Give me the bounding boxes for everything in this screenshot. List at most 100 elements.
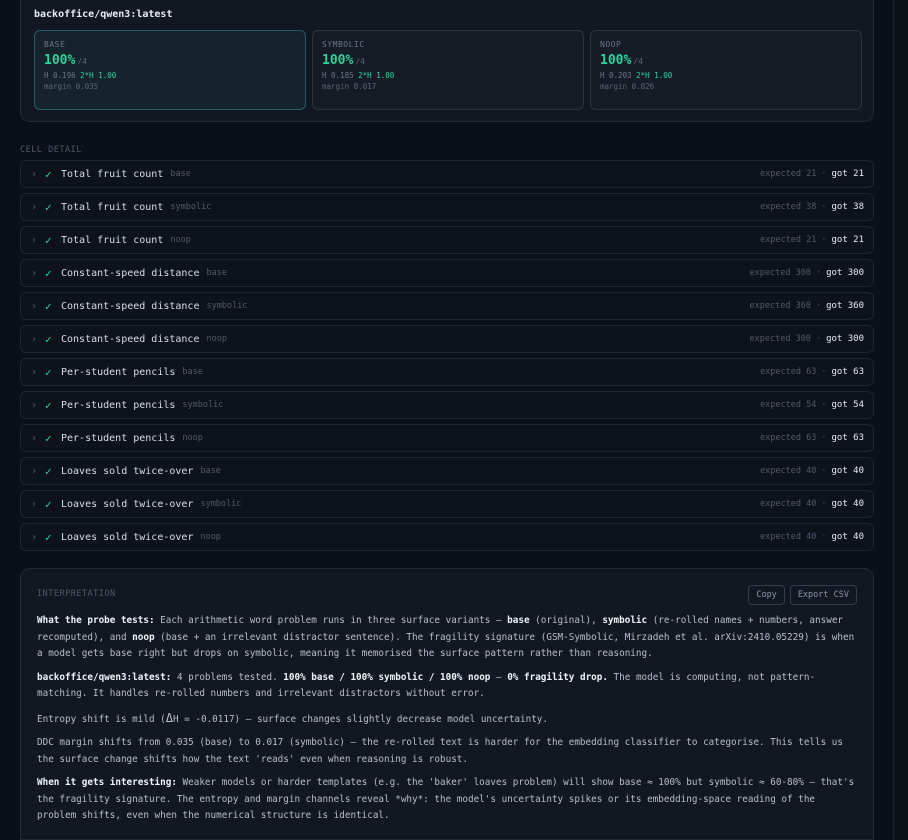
chevron-right-icon[interactable]: › (31, 235, 45, 246)
model-lead: backoffice/qwen3:latest: (37, 671, 172, 683)
noop-term: noop (132, 631, 155, 643)
variant-total: /4 (355, 57, 365, 66)
variant-tag: noop (182, 433, 203, 443)
expected-value: expected 21 (760, 169, 817, 179)
separator-dot: · (821, 433, 827, 443)
export-csv-button[interactable]: Export CSV (789, 585, 857, 605)
separator-dot: · (821, 466, 827, 476)
cell-detail-label: CELL DETAIL (20, 145, 82, 155)
chevron-right-icon[interactable]: › (31, 466, 45, 477)
cell-row[interactable]: › ✓ Total fruit count noop expected 21 · got 2… (20, 226, 874, 254)
variant-card-symbolic[interactable]: SYMBOLIC 100%/4 H 0.185 2*H 1.00 margin 0.0… (312, 30, 584, 110)
interpretation-card: INTERPRETATION Copy Export CSV What the … (20, 568, 874, 840)
variant-tag: base (206, 268, 227, 278)
model-title: backoffice/qwen3:latest (34, 9, 173, 20)
check-icon: ✓ (45, 365, 52, 379)
cell-row[interactable]: › ✓ Total fruit count base expected 21 · got 2… (20, 160, 874, 188)
problem-title: Per-student pencils (61, 432, 176, 444)
chevron-right-icon[interactable]: › (31, 400, 45, 411)
got-value: got 21 (831, 235, 864, 245)
cell-row[interactable]: › ✓ Loaves sold twice-over symbolic expected… (20, 490, 874, 518)
entropy-shift-note: Entropy shift is mild (ΔH = -0.0117) — s… (37, 710, 857, 729)
variant-tag: base (182, 367, 203, 377)
model-summary-card: backoffice/qwen3:latest BASE 100%/4 H 0.19… (20, 0, 874, 122)
chevron-right-icon[interactable]: › (31, 202, 45, 213)
variant-score: 100%/4 (600, 53, 643, 68)
probe-text: (original), (529, 615, 603, 626)
page-scrollbar[interactable] (893, 0, 908, 840)
variant-tag: base (170, 169, 191, 179)
expected-value: expected 38 (760, 202, 817, 212)
cell-row[interactable]: › ✓ Per-student pencils noop expected 63 · got… (20, 424, 874, 452)
problem-title: Per-student pencils (61, 366, 176, 378)
chevron-right-icon[interactable]: › (31, 367, 45, 378)
variant-card-base[interactable]: BASE 100%/4 H 0.196 2*H 1.00 margin 0.035 (34, 30, 306, 110)
got-value: got 63 (831, 367, 864, 377)
separator-dot: · (815, 268, 822, 278)
chevron-right-icon[interactable]: › (31, 433, 45, 444)
check-icon: ✓ (45, 266, 52, 280)
check-icon: ✓ (45, 200, 52, 214)
got-value: got 40 (831, 499, 864, 509)
got-value: got 38 (831, 202, 864, 212)
cell-row[interactable]: › ✓ Per-student pencils symbolic expected 54… (20, 391, 874, 419)
variant-tag: symbolic (170, 202, 212, 212)
cell-row[interactable]: › ✓ Constant-speed distance noop expected 30… (20, 325, 874, 353)
variant-tag: symbolic (200, 499, 242, 509)
fragility-drop: 0% fragility drop. (507, 671, 608, 683)
got-value: got 300 (826, 268, 864, 278)
check-icon: ✓ (45, 431, 52, 445)
chevron-right-icon[interactable]: › (31, 268, 45, 279)
separator-dot: · (821, 499, 827, 509)
chevron-right-icon[interactable]: › (31, 301, 45, 312)
symbolic-term: symbolic (602, 615, 648, 626)
variant-entropy: H 0.196 2*H 1.00 (44, 71, 117, 80)
interesting-note: When it gets interesting: Weaker models … (37, 775, 857, 825)
got-value: got 300 (826, 334, 864, 344)
variant-score: 100%/4 (44, 53, 87, 68)
expected-value: expected 54 (760, 400, 817, 410)
chevron-right-icon[interactable]: › (31, 334, 45, 345)
got-value: got 21 (831, 169, 864, 179)
check-icon: ✓ (45, 497, 52, 511)
cell-row[interactable]: › ✓ Loaves sold twice-over base expected 40 ·… (20, 457, 874, 485)
separator-dot: · (821, 400, 827, 410)
check-icon: ✓ (45, 233, 52, 247)
variant-card-noop[interactable]: NOOP 100%/4 H 0.203 2*H 1.00 margin 0.026 (590, 30, 862, 110)
separator-dot: · (821, 367, 827, 377)
expected-value: expected 300 (749, 268, 811, 278)
check-icon: ✓ (45, 332, 52, 346)
separator-dot: · (821, 202, 827, 212)
chevron-right-icon[interactable]: › (31, 499, 45, 510)
entropy-text: Entropy shift is mild ( (37, 713, 166, 725)
base-term: base (507, 615, 530, 626)
variant-score: 100%/4 (322, 53, 365, 68)
got-value: got 40 (831, 532, 864, 542)
cell-row[interactable]: › ✓ Per-student pencils base expected 63 · got… (20, 358, 874, 386)
got-value: got 40 (831, 466, 864, 476)
chevron-right-icon[interactable]: › (31, 169, 45, 180)
separator-dot: · (821, 235, 827, 245)
cell-row[interactable]: › ✓ Loaves sold twice-over noop expected 40 ·… (20, 523, 874, 551)
model-result-summary: backoffice/qwen3:latest: 4 problems test… (37, 670, 857, 703)
problem-title: Loaves sold twice-over (61, 531, 194, 543)
variant-margin: margin 0.035 (44, 82, 99, 91)
variant-tag: base (200, 466, 221, 476)
variant-tag: noop (200, 532, 221, 542)
cell-row[interactable]: › ✓ Total fruit count symbolic expected 38 · g… (20, 193, 874, 221)
got-value: got 63 (831, 433, 864, 443)
problem-title: Loaves sold twice-over (61, 465, 194, 477)
expected-value: expected 63 (760, 367, 817, 377)
variant-tag: symbolic (206, 301, 248, 311)
problem-title: Total fruit count (61, 234, 164, 246)
chevron-right-icon[interactable]: › (31, 532, 45, 543)
cell-detail-list: › ✓ Total fruit count base expected 21 · got 2… (20, 160, 874, 556)
expected-value: expected 300 (749, 334, 811, 344)
expected-value: expected 63 (760, 433, 817, 443)
separator-dot: · (815, 301, 822, 311)
copy-button[interactable]: Copy (748, 585, 785, 605)
cell-row[interactable]: › ✓ Constant-speed distance base expected 30… (20, 259, 874, 287)
problem-title: Constant-speed distance (61, 300, 200, 312)
cell-row[interactable]: › ✓ Constant-speed distance symbolic expecte… (20, 292, 874, 320)
expected-value: expected 40 (760, 499, 817, 509)
